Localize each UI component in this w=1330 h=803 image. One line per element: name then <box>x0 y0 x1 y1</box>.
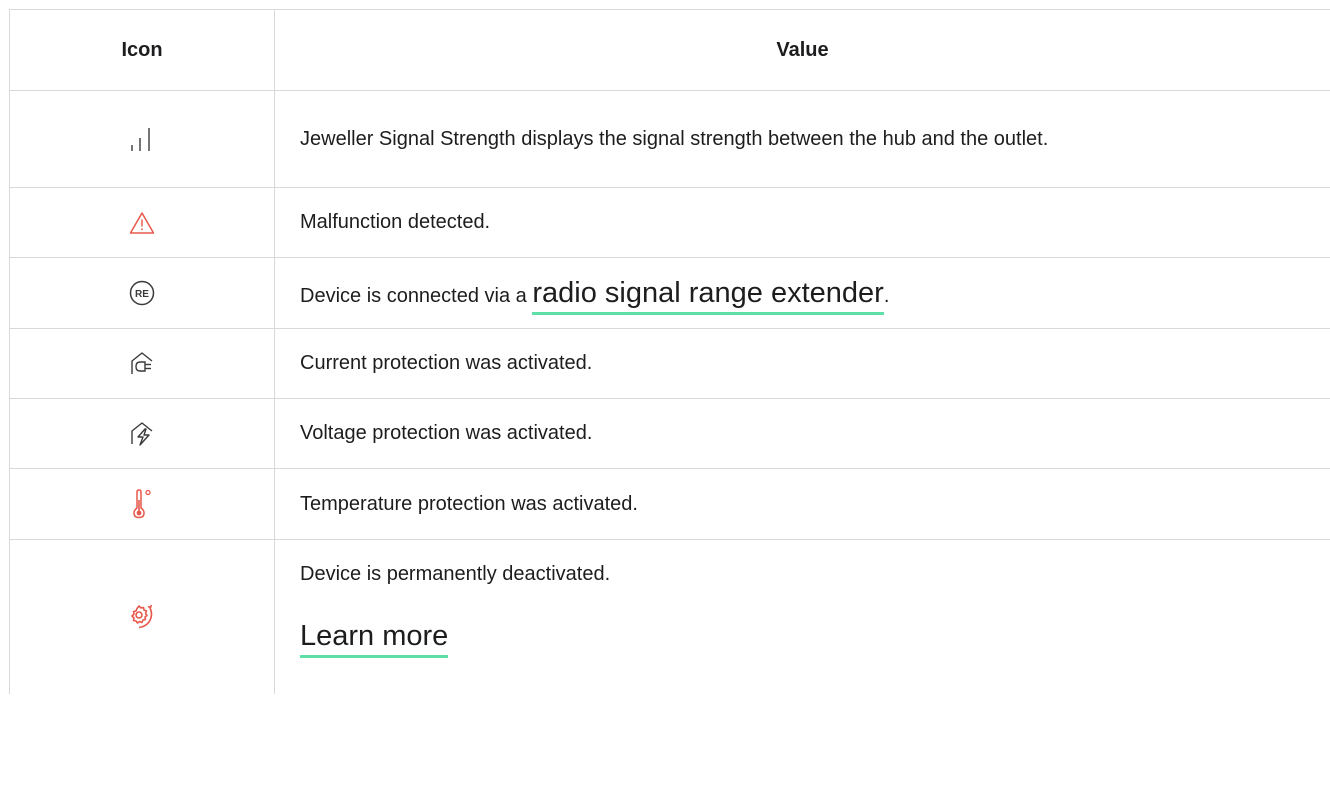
icon-cell <box>9 398 275 469</box>
deactivated-text: Device is permanently deactivated. <box>300 563 611 585</box>
value-cell: Voltage protection was activated. <box>274 398 1330 469</box>
icon-cell <box>9 328 275 399</box>
table-row: Voltage protection was activated. <box>9 398 1330 469</box>
value-cell: Device is connected via a radio signal r… <box>274 257 1330 329</box>
icon-value-table: Icon Value Jeweller Signal Strength disp… <box>9 9 1330 694</box>
current-protection-icon <box>131 352 153 374</box>
signal-strength-icon <box>131 128 150 152</box>
value-cell: Current protection was activated. <box>274 328 1330 399</box>
temperature-protection-icon <box>133 489 151 519</box>
malfunction-warning-icon <box>129 211 155 234</box>
icon-cell <box>9 90 275 188</box>
table-row: RE Device is connected via a radio signa… <box>9 257 1330 329</box>
icon-cell <box>9 539 275 694</box>
icon-cell <box>9 187 275 258</box>
table-header-row: Icon Value <box>9 9 1330 91</box>
voltage-protection-icon <box>131 422 153 446</box>
range-extender-icon: RE <box>129 280 155 306</box>
value-cell: Malfunction detected. <box>274 187 1330 258</box>
extender-text: Device is connected via a <box>300 284 533 307</box>
icon-column-header: Icon <box>9 9 275 91</box>
value-cell: Jeweller Signal Strength displays the si… <box>274 90 1330 188</box>
svg-text:RE: RE <box>135 289 149 300</box>
table-row: Jeweller Signal Strength displays the si… <box>9 90 1330 188</box>
value-cell: Temperature protection was activated. <box>274 468 1330 540</box>
table-row: Device is permanently deactivated. Learn… <box>9 539 1330 694</box>
table-row: Malfunction detected. <box>9 187 1330 258</box>
permanently-deactivated-icon <box>131 604 153 629</box>
icon-cell <box>9 468 275 540</box>
value-column-header: Value <box>274 9 1330 91</box>
extender-suffix: . <box>883 284 890 307</box>
table-row: Current protection was activated. <box>9 328 1330 399</box>
icon-cell: RE <box>9 257 275 329</box>
learn-more-link[interactable]: Learn more <box>300 620 449 658</box>
value-cell: Device is permanently deactivated. Learn… <box>274 539 1330 694</box>
table-row: Temperature protection was activated. <box>9 468 1330 540</box>
range-extender-link[interactable]: radio signal range extender <box>532 276 884 315</box>
